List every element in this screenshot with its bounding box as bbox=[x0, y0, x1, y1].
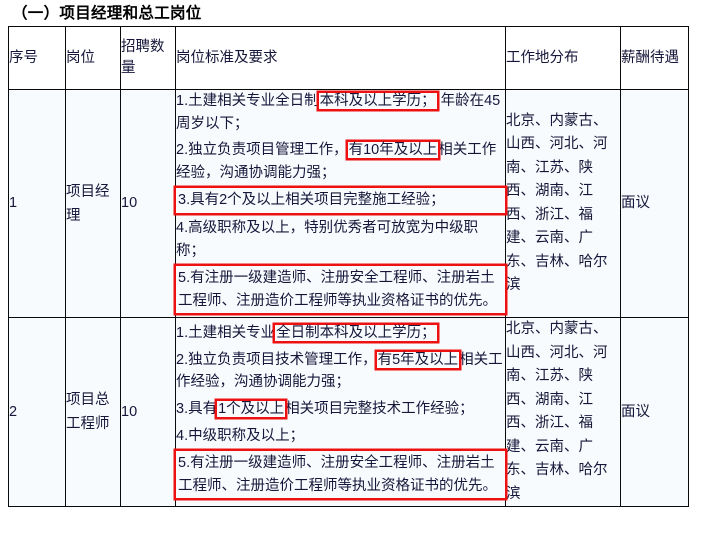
requirement-item: 1.土建相关专业全日制本科及以上学历； 年龄在45周岁以下； bbox=[176, 90, 505, 135]
cell-serial: 1 bbox=[8, 88, 66, 319]
cell-headcount: 10 bbox=[120, 88, 176, 319]
column-header-position: 岗位 bbox=[65, 26, 121, 90]
cell-salary: 面议 bbox=[620, 88, 689, 319]
table-row: 1 项目经理 10 1.土建相关专业全日制本科及以上学历； 年龄在45周岁以下；… bbox=[8, 88, 689, 319]
requirement-text: 4.中级职称及以上； bbox=[176, 427, 305, 444]
requirement-text: 1.土建相关专业全日制 bbox=[176, 93, 319, 109]
requirement-text: 3.具有 bbox=[176, 401, 218, 418]
annotation-box: 1个及以上 bbox=[218, 401, 285, 418]
requirement-item: 4.高级职称及以上，特别优秀者可放宽为中级职称； bbox=[176, 217, 505, 262]
requirement-text: 1.土建相关专业 bbox=[176, 325, 276, 342]
requirement-item: 3.具有1个及以上相关项目完整技术工作经验； bbox=[176, 398, 505, 421]
annotation-box: 全日制本科及以上学历； bbox=[276, 325, 436, 342]
requirement-item: 4.中级职称及以上； bbox=[176, 425, 505, 448]
column-header-serial: 序号 bbox=[8, 26, 66, 90]
requirement-text: 4.高级职称及以上，特别优秀者可放宽为中级职称； bbox=[176, 219, 479, 259]
table-header: 序号 岗位 招聘数量 岗位标准及要求 工作地分布 薪酬待遇 bbox=[8, 26, 689, 90]
job-table-container: 序号 岗位 招聘数量 岗位标准及要求 工作地分布 薪酬待遇 1 项目经理 10 … bbox=[8, 26, 689, 508]
column-header-salary: 薪酬待遇 bbox=[620, 26, 689, 90]
annotation-box: 有5年及以上 bbox=[377, 351, 459, 368]
cell-requirements: 1.土建相关专业全日制本科及以上学历； 2.独立负责项目技术管理工作，有5年及以上… bbox=[175, 317, 506, 508]
requirement-item: 5.有注册一级建造师、注册安全工程师、注册岩土工程师、注册造价工程师等执业资格证… bbox=[176, 266, 505, 313]
requirement-list: 1.土建相关专业全日制本科及以上学历； 年龄在45周岁以下； 2.独立负责项目管理… bbox=[176, 90, 505, 313]
table-row: 2 项目总工程师 10 1.土建相关专业全日制本科及以上学历； 2.独立负责项目技… bbox=[8, 317, 689, 508]
work-location-text: 北京、内蒙古、山西、河北、河南、江苏、陕西、湖南、江西、浙江、福建、云南、广东、… bbox=[506, 112, 608, 294]
column-header-headcount: 招聘数量 bbox=[120, 26, 176, 90]
requirement-text: 2.独立负责项目技术管理工作， bbox=[176, 351, 377, 368]
cell-position: 项目总工程师 bbox=[65, 317, 121, 508]
requirement-item: 2.独立负责项目管理工作，有10年及以上相关工作经验，沟通协调能力强； bbox=[176, 139, 505, 184]
header-row: 序号 岗位 招聘数量 岗位标准及要求 工作地分布 薪酬待遇 bbox=[8, 26, 689, 90]
column-header-requirements: 岗位标准及要求 bbox=[175, 26, 506, 90]
annotation-box: 5.有注册一级建造师、注册安全工程师、注册岩土工程师、注册造价工程师等执业资格证… bbox=[176, 266, 505, 313]
column-header-work-location: 工作地分布 bbox=[505, 26, 621, 90]
cell-position: 项目经理 bbox=[65, 88, 121, 319]
cell-requirements: 1.土建相关专业全日制本科及以上学历； 年龄在45周岁以下； 2.独立负责项目管理… bbox=[175, 88, 506, 319]
annotation-box: 5.有注册一级建造师、注册安全工程师、注册岩土工程师、注册造价工程师等执业资格证… bbox=[176, 451, 505, 498]
annotation-box: 有10年及以上 bbox=[348, 142, 438, 159]
cell-work-location: 北京、内蒙古、山西、河北、河南、江苏、陕西、湖南、江西、浙江、福建、云南、广东、… bbox=[505, 88, 621, 319]
requirement-item: 5.有注册一级建造师、注册安全工程师、注册岩土工程师、注册造价工程师等执业资格证… bbox=[176, 451, 505, 498]
cell-serial: 2 bbox=[8, 317, 66, 508]
page-title: （一）项目经理和总工岗位 bbox=[12, 5, 202, 22]
cell-salary: 面议 bbox=[620, 317, 689, 508]
requirement-item: 1.土建相关专业全日制本科及以上学历； bbox=[176, 322, 505, 345]
requirement-item: 3.具有2个及以上相关项目完整施工经验； bbox=[176, 188, 505, 213]
requirement-text: 相关项目完整技术工作经验； bbox=[285, 401, 474, 418]
table-body: 1 项目经理 10 1.土建相关专业全日制本科及以上学历； 年龄在45周岁以下；… bbox=[8, 88, 689, 508]
cell-headcount: 10 bbox=[120, 317, 176, 508]
cell-work-location: 北京、内蒙古、山西、河北、河南、江苏、陕西、湖南、江西、浙江、福建、云南、广东、… bbox=[505, 317, 621, 508]
requirement-list: 1.土建相关专业全日制本科及以上学历； 2.独立负责项目技术管理工作，有5年及以上… bbox=[176, 322, 505, 498]
annotation-box: 3.具有2个及以上相关项目完整施工经验； bbox=[176, 188, 505, 213]
requirement-item: 2.独立负责项目技术管理工作，有5年及以上相关工作经验，沟通协调能力强； bbox=[176, 349, 505, 394]
requirement-text: 2.独立负责项目管理工作， bbox=[176, 142, 348, 159]
work-location-text: 北京、内蒙古、山西、河北、河南、江苏、陕西、湖南、江西、浙江、福建、云南、广东、… bbox=[506, 321, 608, 502]
annotation-box: 本科及以上学历； bbox=[319, 93, 436, 109]
job-requirements-table: 序号 岗位 招聘数量 岗位标准及要求 工作地分布 薪酬待遇 1 项目经理 10 … bbox=[8, 26, 689, 508]
